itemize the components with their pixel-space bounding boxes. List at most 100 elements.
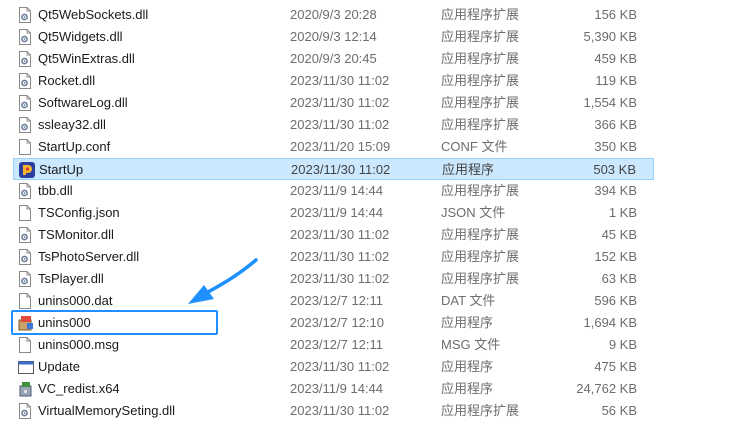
file-date-modified: 2023/11/30 11:02 [290, 403, 390, 418]
file-date-modified: 2023/11/30 11:02 [290, 227, 390, 242]
file-size: 24,762 KB [576, 381, 637, 396]
file-date-modified: 2023/11/30 11:02 [290, 117, 390, 132]
file-size: 1 KB [608, 205, 637, 220]
file-name: Rocket.dll [38, 73, 96, 88]
file-date-modified: 2020/9/3 12:14 [290, 29, 377, 44]
file-type: 应用程序扩展 [441, 95, 520, 110]
file-name: Qt5WinExtras.dll [38, 51, 135, 66]
file-type: MSG 文件 [441, 337, 501, 352]
file-row[interactable]: SoftwareLog.dll 2023/11/30 11:02 应用程序扩展 1,5… [13, 92, 654, 114]
file-size: 503 KB [593, 162, 636, 177]
file-date-modified: 2023/11/30 11:02 [290, 359, 390, 374]
file-name: unins000.msg [38, 337, 119, 352]
file-row[interactable]: VirtualMemorySeting.dll 2023/11/30 11:02 应… [13, 400, 654, 422]
file-row[interactable]: unins000.dat 2023/12/7 12:11 DAT 文件 596 KB [13, 290, 654, 312]
file-type: 应用程序扩展 [441, 249, 520, 264]
file-size: 596 KB [594, 293, 637, 308]
file-name: Qt5Widgets.dll [38, 29, 123, 44]
file-row[interactable]: TsPlayer.dll 2023/11/30 11:02 应用程序扩展 63 KB [13, 268, 654, 290]
file-size: 119 KB [595, 73, 637, 88]
file-name: ssleay32.dll [38, 117, 106, 132]
file-row[interactable]: unins000.msg 2023/12/7 12:11 MSG 文件 9 KB [13, 334, 654, 356]
file-size: 394 KB [594, 183, 637, 198]
blank-file-icon [18, 337, 32, 353]
file-row[interactable]: Qt5WinExtras.dll 2020/9/3 20:45 应用程序扩展 459 … [13, 48, 654, 70]
file-date-modified: 2023/11/30 11:02 [290, 271, 390, 286]
file-date-modified: 2023/11/20 15:09 [290, 139, 391, 154]
file-date-modified: 2023/12/7 12:11 [290, 337, 384, 352]
file-size: 45 KB [601, 227, 637, 242]
file-row[interactable]: tbb.dll 2023/11/9 14:44 应用程序扩展 394 KB [13, 180, 654, 202]
file-size: 156 KB [594, 7, 637, 22]
file-row[interactable]: Qt5WebSockets.dll 2020/9/3 20:28 应用程序扩展 156… [13, 4, 654, 26]
file-size: 152 KB [594, 249, 637, 264]
file-date-modified: 2023/11/30 11:02 [290, 95, 390, 110]
annotation-arrow-icon [188, 258, 258, 304]
file-type: 应用程序扩展 [441, 183, 520, 198]
file-row[interactable]: TSConfig.json 2023/11/9 14:44 JSON 文件 1 KB [13, 202, 654, 224]
annotation-highlight-box [11, 310, 218, 335]
file-row[interactable]: TsPhotoServer.dll 2023/11/30 11:02 应用程序扩展 1… [13, 246, 654, 268]
file-row[interactable]: Qt5Widgets.dll 2020/9/3 12:14 应用程序扩展 5,390 … [13, 26, 654, 48]
file-type: JSON 文件 [441, 205, 506, 220]
file-name: unins000.dat [38, 293, 113, 308]
file-type: 应用程序扩展 [441, 7, 520, 22]
dll-file-icon [18, 73, 32, 89]
file-type: CONF 文件 [441, 139, 508, 154]
file-type: 应用程序 [441, 381, 494, 396]
exe-window-icon [18, 359, 34, 375]
file-name: SoftwareLog.dll [38, 95, 128, 110]
file-row[interactable]: Rocket.dll 2023/11/30 11:02 应用程序扩展 119 KB [13, 70, 654, 92]
dll-file-icon [18, 403, 32, 419]
file-type: DAT 文件 [441, 293, 496, 308]
dll-file-icon [18, 183, 32, 199]
file-row[interactable]: StartUp 2023/11/30 11:02 应用程序 503 KB [13, 158, 654, 180]
file-date-modified: 2023/11/9 14:44 [290, 205, 384, 220]
file-list: Qt5WebSockets.dll 2020/9/3 20:28 应用程序扩展 156… [0, 4, 750, 422]
file-type: 应用程序 [442, 162, 495, 177]
file-name: VirtualMemorySeting.dll [38, 403, 176, 418]
dll-file-icon [18, 51, 32, 67]
dll-file-icon [18, 117, 32, 133]
file-type: 应用程序扩展 [441, 29, 520, 44]
blank-file-icon [18, 205, 32, 221]
file-type: 应用程序扩展 [441, 227, 520, 242]
file-date-modified: 2023/12/7 12:10 [290, 315, 384, 330]
file-size: 475 KB [594, 359, 637, 374]
file-name: Update [38, 359, 80, 374]
file-size: 56 KB [601, 403, 637, 418]
file-date-modified: 2023/11/30 11:02 [290, 73, 390, 88]
dll-file-icon [18, 7, 32, 23]
file-row[interactable]: ssleay32.dll 2023/11/30 11:02 应用程序扩展 366 KB [13, 114, 654, 136]
file-date-modified: 2020/9/3 20:28 [290, 7, 377, 22]
file-name: TSConfig.json [38, 205, 120, 220]
dll-file-icon [18, 95, 32, 111]
file-row[interactable]: TSMonitor.dll 2023/11/30 11:02 应用程序扩展 45 KB [13, 224, 654, 246]
installer-icon [18, 381, 32, 397]
file-size: 9 KB [608, 337, 637, 352]
file-type: 应用程序扩展 [441, 73, 520, 88]
file-name: StartUp.conf [38, 139, 111, 154]
file-date-modified: 2023/11/9 14:44 [290, 381, 384, 396]
file-date-modified: 2023/12/7 12:11 [290, 293, 384, 308]
file-name: StartUp [39, 162, 84, 177]
dll-file-icon [18, 227, 32, 243]
file-name: Qt5WebSockets.dll [38, 7, 149, 22]
file-row[interactable]: Update 2023/11/30 11:02 应用程序 475 KB [13, 356, 654, 378]
file-type: 应用程序扩展 [441, 403, 520, 418]
file-row[interactable]: VC_redist.x64 2023/11/9 14:44 应用程序 24,762 K… [13, 378, 654, 400]
file-type: 应用程序 [441, 359, 494, 374]
file-size: 1,554 KB [583, 95, 638, 110]
file-date-modified: 2023/11/30 11:02 [291, 162, 391, 177]
dll-file-icon [18, 29, 32, 45]
file-type: 应用程序扩展 [441, 117, 520, 132]
file-name: TSMonitor.dll [38, 227, 114, 242]
file-size: 63 KB [601, 271, 637, 286]
file-type: 应用程序扩展 [441, 271, 520, 286]
file-name: TsPlayer.dll [38, 271, 104, 286]
file-row[interactable]: StartUp.conf 2023/11/20 15:09 CONF 文件 350 K… [13, 136, 654, 158]
file-size: 459 KB [594, 51, 637, 66]
file-date-modified: 2023/11/30 11:02 [290, 249, 390, 264]
app-logo-icon [19, 162, 35, 178]
file-size: 5,390 KB [583, 29, 638, 44]
